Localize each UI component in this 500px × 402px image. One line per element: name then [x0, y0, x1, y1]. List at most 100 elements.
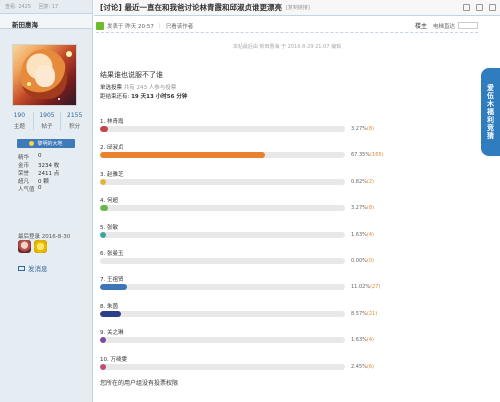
- poll-bar-fill: [100, 205, 108, 212]
- poll-vote-count: (0): [366, 258, 374, 264]
- poll-bar-fill: [100, 337, 107, 344]
- poll-option-label: 6. 张曼玉: [100, 251, 124, 257]
- poll-option: 9. 关之琳 1.63%(4): [100, 328, 430, 344]
- poll-option-label: 5. 张敏: [100, 224, 118, 231]
- info-key: 精华: [18, 155, 30, 161]
- poll-voters: 共有 243 人参与投票: [123, 85, 177, 91]
- poll-bar-track: [100, 231, 345, 238]
- poll-percent-value: 3.27%: [351, 126, 367, 132]
- stat-points[interactable]: 2155 积分: [61, 112, 88, 130]
- poll-percent: 3.27%(8): [351, 205, 374, 211]
- poll-type: 单选投票: [100, 85, 123, 91]
- poll-bar-track: [100, 363, 345, 370]
- poll-vote-count: (4): [366, 231, 374, 238]
- print-icon[interactable]: [463, 4, 470, 11]
- poll-percent-value: 0.82%: [351, 178, 367, 185]
- promo-side-tab[interactable]: 爱伍木福利竞猜: [481, 68, 500, 156]
- poll-option: 6. 张曼玉 0.00%(0): [100, 249, 430, 264]
- poll-deadline: 距结束还有: 19 天13 小时56 分钟: [100, 93, 187, 102]
- poll-vote-count: (8): [366, 126, 374, 132]
- poll-vote-count: (2): [366, 178, 374, 185]
- poll-bar-fill: [100, 178, 107, 185]
- poll-vote-count: (27): [370, 284, 381, 291]
- medal-list: [18, 240, 50, 253]
- stat-value: 190: [13, 112, 26, 119]
- thread-tools: [463, 4, 496, 11]
- poll-percent: 0.00%(0): [351, 258, 374, 264]
- envelope-icon: [18, 265, 25, 271]
- copy-link-button[interactable]: [复制链接]: [286, 4, 310, 11]
- poll-percent-value: 8.57%: [351, 310, 367, 317]
- post-time: 发表于 昨天 20:57: [107, 23, 154, 30]
- info-row: 精华 0: [18, 153, 59, 161]
- poll-option-label: 10. 万绮雯: [100, 356, 127, 363]
- poll-percent: 3.27%(8): [351, 126, 374, 132]
- medal-icon: [29, 141, 35, 146]
- poll-bar-track: [100, 310, 345, 317]
- poll-vote-count: (4): [366, 337, 374, 344]
- poll-option: 8. 朱茵 8.57%(21): [100, 302, 430, 317]
- send-message-link[interactable]: 发消息: [18, 263, 48, 273]
- user-group-badge: 黎明的大地: [17, 139, 75, 148]
- poll-option-label: 8. 朱茵: [100, 303, 118, 310]
- thread-view-stats: 查看: 2425 回复: 17: [0, 0, 92, 13]
- poll-percent-value: 0.00%: [351, 258, 367, 264]
- deadline-value: 19 天13 小时56 分钟: [131, 93, 188, 100]
- poll-bar-track: [100, 205, 345, 212]
- poll-percent: 8.57%(21): [351, 311, 377, 317]
- avatar-sparkle: [66, 51, 72, 57]
- only-author-link[interactable]: 只看该作者: [166, 22, 194, 30]
- poll-option-label: 7. 王祖贤: [100, 277, 124, 284]
- poll-bar-fill: [100, 284, 127, 291]
- next-thread-icon[interactable]: [489, 4, 496, 11]
- poll-bar-track: [100, 152, 345, 159]
- medal-icon[interactable]: [34, 240, 47, 253]
- poll-percent-value: 67.35%: [351, 152, 371, 159]
- replies-count: 回复: 17: [38, 4, 59, 10]
- poll-percent-value: 1.63%: [351, 231, 367, 238]
- poll-option: 3. 赵雅芝 0.82%(2): [100, 170, 430, 185]
- floor-jump-input[interactable]: [458, 22, 478, 29]
- poll-percent: 11.02%(27): [351, 284, 380, 290]
- info-row: 超凡 0 颗: [18, 177, 59, 185]
- thread-header: [讨论] 最近一直在和我爸讨论林青霞和邱淑贞谁更漂亮 [复制链接]: [94, 0, 500, 16]
- poll-percent: 67.35%(165): [351, 152, 384, 158]
- poll-header: 单选投票 共有 243 人参与投票 距结束还有: 19 天13 小时56 分钟: [100, 84, 187, 101]
- poll-bar-track: [100, 126, 345, 132]
- poll-bar-fill: [100, 126, 108, 132]
- avatar[interactable]: [12, 44, 77, 106]
- prev-thread-icon[interactable]: [476, 4, 483, 11]
- poll-option: 1. 林青霞 3.27%(8): [100, 117, 430, 132]
- poll-option-label: 9. 关之琳: [100, 330, 124, 337]
- info-key: 人气值: [18, 187, 35, 193]
- badge-label: 黎明的大地: [37, 141, 63, 147]
- poll-option-label: 2. 邱淑贞: [100, 145, 124, 152]
- info-value: 0: [38, 153, 42, 159]
- poll-bar-fill: [100, 152, 265, 159]
- post-body: 结果谁也说服不了谁: [100, 71, 163, 79]
- poll-percent: 2.45%(6): [351, 364, 374, 370]
- poll-vote-count: (8): [366, 205, 374, 212]
- username[interactable]: 新田惠海: [0, 13, 92, 29]
- poll-bar-track: [100, 258, 345, 264]
- last-visit: 最后登录 2016-8-30: [18, 234, 71, 240]
- poll-percent: 1.63%(4): [351, 337, 374, 343]
- poll-percent-value: 1.63%: [351, 337, 367, 344]
- stat-posts[interactable]: 1905 帖子: [34, 112, 62, 130]
- poll-vote-count: (21): [366, 310, 378, 317]
- info-row: 荣誉 2411 点: [18, 169, 59, 177]
- poll-percent-value: 11.02%: [351, 284, 371, 291]
- poll-percent: 1.63%(4): [351, 232, 374, 238]
- poll-bar-fill: [100, 310, 121, 317]
- info-key: 荣誉: [18, 171, 30, 177]
- medal-icon[interactable]: [18, 240, 31, 253]
- views-count: 查看: 2425: [5, 4, 31, 10]
- stat-label: 帖子: [41, 124, 53, 130]
- stat-topics[interactable]: 190 主题: [6, 112, 34, 130]
- info-value: 3234 枚: [38, 163, 60, 169]
- floor-label: 楼主: [414, 23, 427, 30]
- divider: |: [158, 22, 161, 29]
- info-key: 超凡: [18, 179, 30, 185]
- online-status-icon: [96, 21, 104, 30]
- poll-option: 4. 何超 3.27%(8): [100, 196, 430, 212]
